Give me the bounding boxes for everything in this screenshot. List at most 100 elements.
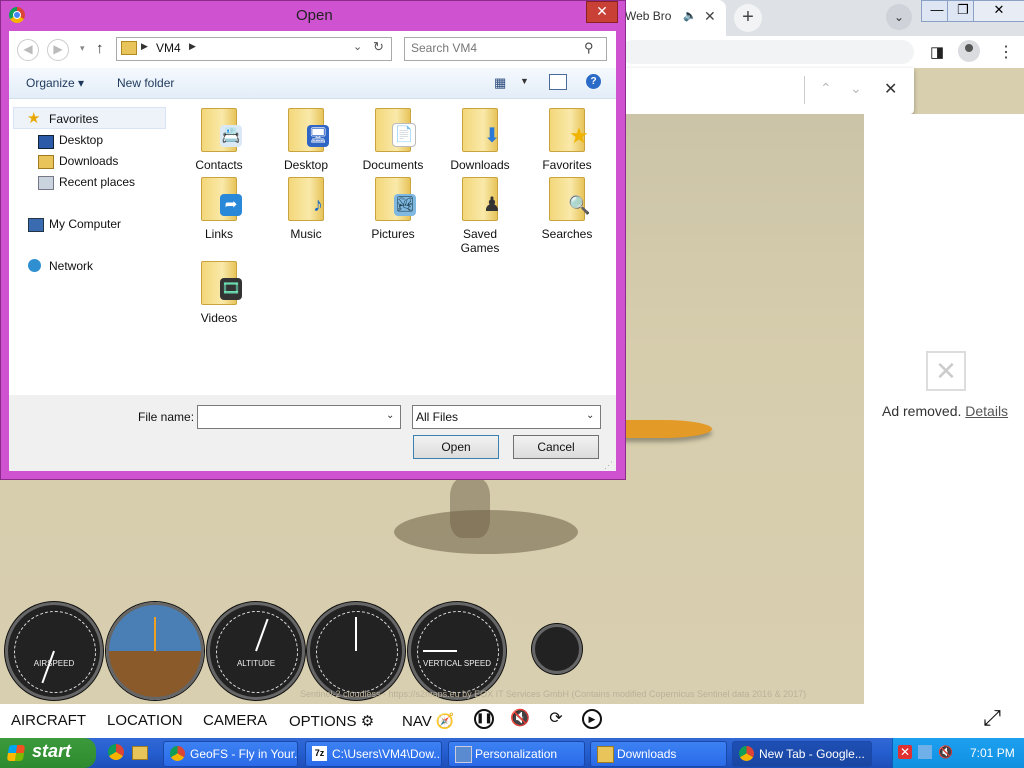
desktop-icon: 🖥 bbox=[307, 125, 329, 147]
breadcrumb-chevron-icon[interactable]: ▶ bbox=[189, 41, 196, 52]
file-type-value: All Files bbox=[416, 410, 459, 424]
folder-searches[interactable]: 🔍 Searches bbox=[525, 177, 609, 241]
address-bar[interactable] bbox=[620, 40, 914, 64]
find-previous-icon[interactable]: ⌃ bbox=[820, 80, 832, 97]
menu-camera-button[interactable]: CAMERA bbox=[203, 712, 267, 729]
taskbar-item-geofs[interactable]: GeoFS - Fly in Your... bbox=[163, 741, 298, 767]
folder-icon: 📇 bbox=[201, 108, 242, 152]
back-arrow-icon[interactable]: ◀ bbox=[17, 39, 39, 61]
folder-pictures[interactable]: 🏞 Pictures bbox=[351, 177, 435, 241]
ad-removed-label: Ad removed. bbox=[882, 403, 966, 419]
side-panel-icon[interactable]: ◨ bbox=[930, 43, 944, 61]
menu-options-label: OPTIONS bbox=[289, 713, 357, 730]
chess-piece-icon: ♟ bbox=[483, 194, 501, 216]
chrome-icon bbox=[170, 746, 185, 761]
find-next-icon[interactable]: ⌄ bbox=[850, 80, 862, 97]
document-icon: 📄 bbox=[392, 123, 416, 147]
reset-icon[interactable]: ⟳ bbox=[546, 709, 566, 729]
taskbar-item-label: C:\Users\VM4\Dow... bbox=[332, 747, 442, 761]
file-name-input[interactable] bbox=[197, 405, 401, 429]
taskbar-item-label: New Tab - Google... bbox=[759, 747, 865, 761]
recent-locations-icon[interactable]: ▾ bbox=[80, 43, 85, 54]
folder-links[interactable]: ➦ Links bbox=[177, 177, 261, 241]
breadcrumb-vm4[interactable]: VM4 bbox=[156, 41, 181, 55]
taskbar-item-new-tab[interactable]: New Tab - Google... bbox=[732, 741, 872, 767]
pause-icon[interactable]: ❚❚ bbox=[474, 709, 494, 729]
file-type-dropdown-icon[interactable]: ⌄ bbox=[586, 410, 594, 421]
security-flag-icon[interactable]: ✕ bbox=[898, 745, 912, 759]
gear-icon: ⚙ bbox=[360, 713, 375, 730]
folder-favorites[interactable]: ★ Favorites bbox=[525, 108, 609, 172]
ad-removed-text: Ad removed. Details bbox=[882, 403, 1008, 419]
network-tray-icon[interactable] bbox=[918, 745, 932, 759]
refresh-icon[interactable]: ↻ bbox=[373, 39, 384, 55]
chrome-quicklaunch-icon[interactable] bbox=[108, 744, 124, 760]
nav-downloads[interactable]: Downloads bbox=[59, 154, 118, 168]
recent-places-icon bbox=[38, 176, 54, 190]
menu-options-button[interactable]: OPTIONS ⚙ bbox=[289, 712, 374, 730]
new-tab-button[interactable]: + bbox=[734, 4, 762, 32]
browser-menu-icon[interactable]: ⋮ bbox=[998, 42, 1014, 62]
mute-icon[interactable]: 🔇 bbox=[510, 709, 530, 729]
dialog-close-button[interactable]: ✕ bbox=[586, 1, 618, 23]
preview-pane-icon[interactable] bbox=[549, 74, 567, 90]
folder-desktop[interactable]: 🖥 Desktop bbox=[264, 108, 348, 172]
view-dropdown-icon[interactable]: ▼ bbox=[520, 76, 529, 86]
taskbar-item-personalization[interactable]: Personalization bbox=[448, 741, 585, 767]
folder-label: Music bbox=[290, 227, 322, 241]
change-view-icon[interactable]: ▦ bbox=[494, 75, 506, 91]
menu-aircraft-button[interactable]: AIRCRAFT bbox=[11, 712, 86, 729]
resize-grip-icon[interactable]: ⋰ bbox=[604, 460, 613, 471]
fullscreen-icon[interactable]: ⤢ bbox=[982, 707, 1002, 729]
folder-videos[interactable]: 🎞 Videos bbox=[177, 261, 261, 325]
folder-label: Saved Games bbox=[460, 227, 500, 255]
folder-saved-games[interactable]: ♟ Saved Games bbox=[438, 177, 522, 255]
menu-location-button[interactable]: LOCATION bbox=[107, 712, 183, 729]
cancel-button[interactable]: Cancel bbox=[513, 435, 599, 459]
new-folder-button[interactable]: New folder bbox=[117, 76, 174, 90]
folder-music[interactable]: ♪ Music bbox=[264, 177, 348, 241]
explorer-quicklaunch-icon[interactable] bbox=[132, 746, 148, 760]
folder-contacts[interactable]: 📇 Contacts bbox=[177, 108, 261, 172]
window-close-button[interactable]: ✕ bbox=[973, 0, 1024, 22]
find-close-icon[interactable]: ✕ bbox=[884, 79, 897, 99]
volume-muted-icon[interactable]: 🔇 bbox=[938, 745, 953, 759]
file-name-dropdown-icon[interactable]: ⌄ bbox=[386, 410, 394, 421]
tab-close-icon[interactable]: ✕ bbox=[704, 8, 716, 25]
menu-nav-button[interactable]: NAV 🧭 bbox=[402, 712, 455, 730]
map-attribution: Sentinel-2 cloudless - https://s2maps.eu… bbox=[300, 689, 807, 699]
up-folder-icon[interactable]: ↑ bbox=[96, 40, 104, 57]
folder-downloads[interactable]: ⬇ Downloads bbox=[438, 108, 522, 172]
breadcrumb-chevron-icon[interactable]: ▶ bbox=[141, 41, 148, 52]
ad-details-link[interactable]: Details bbox=[965, 403, 1008, 419]
forward-arrow-icon[interactable]: ▶ bbox=[47, 39, 69, 61]
play-icon[interactable]: ▶ bbox=[582, 709, 602, 729]
nav-my-computer[interactable]: My Computer bbox=[49, 217, 121, 231]
help-icon[interactable]: ? bbox=[586, 74, 601, 89]
nav-favorites[interactable]: Favorites bbox=[49, 112, 98, 126]
profile-avatar[interactable] bbox=[958, 40, 980, 62]
search-input[interactable] bbox=[407, 38, 585, 58]
folder-documents[interactable]: 📄 Documents bbox=[351, 108, 435, 172]
clock[interactable]: 7:01 PM bbox=[970, 746, 1015, 760]
aircraft-shadow bbox=[394, 510, 578, 554]
search-icon[interactable]: ⚲ bbox=[584, 40, 594, 56]
ad-removed-icon: ✕ bbox=[926, 351, 966, 391]
folder-label: Videos bbox=[200, 311, 238, 325]
speaker-icon[interactable]: 🔈 bbox=[683, 9, 697, 22]
dialog-title: Open bbox=[296, 7, 333, 24]
7zip-icon: 7z bbox=[312, 746, 327, 761]
taskbar-item-downloads[interactable]: Downloads bbox=[590, 741, 727, 767]
nav-desktop[interactable]: Desktop bbox=[59, 133, 103, 147]
tab-search-button[interactable]: ⌄ bbox=[886, 4, 912, 30]
nav-recent-places[interactable]: Recent places bbox=[59, 175, 135, 189]
find-bar-divider bbox=[804, 76, 805, 104]
open-button[interactable]: Open bbox=[413, 435, 499, 459]
nav-network[interactable]: Network bbox=[49, 259, 93, 273]
taskbar-item-7zip[interactable]: 7z C:\Users\VM4\Dow... bbox=[305, 741, 442, 767]
organize-button[interactable]: Organize ▾ bbox=[26, 76, 84, 90]
address-dropdown-icon[interactable]: ⌄ bbox=[353, 40, 362, 53]
taskbar-item-label: GeoFS - Fly in Your... bbox=[190, 747, 298, 761]
folder-icon: ⬇ bbox=[462, 108, 500, 152]
folder-icon: ★ bbox=[549, 108, 589, 152]
